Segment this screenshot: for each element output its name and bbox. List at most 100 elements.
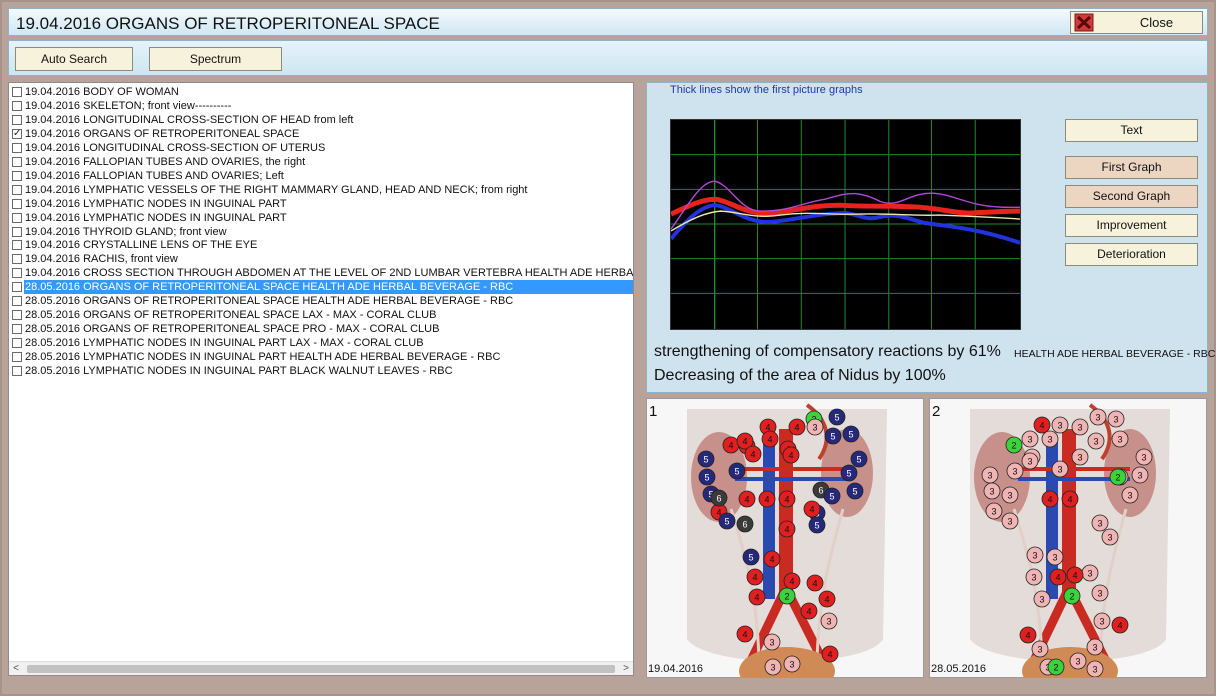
list-item[interactable]: 19.04.2016 BODY OF WOMAN	[12, 85, 633, 99]
marker-label: 3	[1032, 551, 1037, 561]
scroll-right-arrow-icon[interactable]: >	[619, 662, 633, 675]
remedy-label: HEALTH ADE HERBAL BEVERAGE - RBC	[1014, 348, 1216, 360]
list-item[interactable]: 19.04.2016 RACHIS, front view	[12, 252, 633, 266]
marker-label: 3	[1097, 589, 1102, 599]
scrollbar-thumb[interactable]	[27, 665, 615, 673]
list-item[interactable]: 19.04.2016 LYMPHATIC NODES IN INGUINAL P…	[12, 211, 633, 225]
list-item-checkbox[interactable]	[12, 268, 22, 279]
close-icon	[1074, 13, 1094, 32]
marker-value-3: 3	[1131, 466, 1149, 484]
list-item[interactable]: 28.05.2016 ORGANS OF RETROPERITONEAL SPA…	[12, 280, 633, 295]
list-item-checkbox[interactable]	[12, 87, 22, 97]
auto-search-button[interactable]: Auto Search	[15, 47, 133, 71]
marker-label: 6	[742, 520, 747, 530]
scroll-left-arrow-icon[interactable]: <	[9, 662, 23, 675]
list-item-checkbox[interactable]	[12, 198, 22, 209]
marker-label: 4	[788, 451, 793, 461]
list-item[interactable]: 19.04.2016 LYMPHATIC NODES IN INGUINAL P…	[12, 197, 633, 211]
marker-value-2: 2	[1109, 468, 1127, 486]
session-list[interactable]: 19.04.2016 BODY OF WOMAN 19.04.2016 SKELE…	[8, 82, 634, 676]
list-item[interactable]: 19.04.2016 CRYSTALLINE LENS OF THE EYE	[12, 238, 633, 252]
deterioration-button[interactable]: Deterioration	[1065, 243, 1198, 266]
list-item-checkbox[interactable]	[12, 254, 22, 265]
first-graph-button[interactable]: First Graph	[1065, 156, 1198, 179]
list-item[interactable]: 19.04.2016 SKELETON; front view---------…	[12, 99, 633, 113]
list-item-checkbox[interactable]	[12, 184, 22, 195]
list-item[interactable]: 19.04.2016 LONGITUDINAL CROSS-SECTION OF…	[12, 141, 633, 155]
list-item-checkbox[interactable]	[12, 352, 22, 363]
list-item-checkbox[interactable]	[12, 324, 22, 335]
marker-label: 3	[789, 660, 794, 670]
list-item-text: 19.04.2016 CROSS SECTION THROUGH ABDOMEN…	[25, 267, 634, 280]
spectrum-button[interactable]: Spectrum	[149, 47, 282, 71]
list-item-checkbox[interactable]	[12, 338, 22, 349]
list-item-text: 28.05.2016 ORGANS OF RETROPERITONEAL SPA…	[25, 323, 440, 336]
list-item-checkbox[interactable]	[12, 282, 22, 293]
anatomy-figure: 2543455444555555544444655665544444544442…	[687, 403, 887, 677]
list-item[interactable]: 28.05.2016 ORGANS OF RETROPERITONEAL SPA…	[12, 308, 633, 322]
marker-label: 4	[750, 450, 755, 460]
improvement-button[interactable]: Improvement	[1065, 214, 1198, 237]
marker-value-6: 6	[710, 489, 728, 507]
list-item-checkbox[interactable]: ✓	[12, 128, 22, 139]
list-item-text: 19.04.2016 LYMPHATIC NODES IN INGUINAL P…	[25, 197, 287, 210]
list-item-checkbox[interactable]	[12, 170, 22, 181]
marker-label: 3	[1077, 423, 1082, 433]
image-date: 28.05.2016	[931, 663, 987, 675]
marker-label: 5	[829, 492, 834, 502]
horizontal-scrollbar[interactable]: < >	[9, 661, 633, 675]
list-item[interactable]: 19.04.2016 LONGITUDINAL CROSS-SECTION OF…	[12, 113, 633, 127]
marker-value-4: 4	[1019, 626, 1037, 644]
list-item[interactable]: 28.05.2016 LYMPHATIC NODES IN INGUINAL P…	[12, 350, 633, 364]
marker-value-4: 4	[1111, 616, 1129, 634]
list-item-checkbox[interactable]	[12, 366, 22, 376]
list-item-text: 19.04.2016 RACHIS, front view	[25, 253, 178, 266]
marker-label: 4	[794, 423, 799, 433]
list-item[interactable]: 19.04.2016 CROSS SECTION THROUGH ABDOMEN…	[12, 266, 633, 280]
marker-value-5: 5	[742, 548, 760, 566]
list-item[interactable]: 28.05.2016 LYMPHATIC NODES IN INGUINAL P…	[12, 364, 633, 378]
marker-value-3: 3	[1031, 640, 1049, 658]
marker-label: 5	[848, 430, 853, 440]
marker-value-4: 4	[1066, 566, 1084, 584]
marker-label: 3	[1117, 435, 1122, 445]
list-item-checkbox[interactable]	[12, 114, 22, 125]
list-item-checkbox[interactable]	[12, 240, 22, 251]
list-item-text: 28.05.2016 ORGANS OF RETROPERITONEAL SPA…	[25, 309, 437, 322]
list-item[interactable]: 28.05.2016 ORGANS OF RETROPERITONEAL SPA…	[12, 322, 633, 336]
marker-value-3: 3	[764, 658, 782, 676]
marker-label: 4	[1067, 495, 1072, 505]
list-item[interactable]: ✓ 19.04.2016 ORGANS OF RETROPERITONEAL SP…	[12, 127, 633, 141]
list-item[interactable]: 19.04.2016 THYROID GLAND; front view	[12, 225, 633, 239]
close-label: Close	[1139, 15, 1174, 30]
second-graph-button[interactable]: Second Graph	[1065, 185, 1198, 208]
marker-label: 4	[754, 593, 759, 603]
marker-value-3: 3	[1033, 590, 1051, 608]
list-item-checkbox[interactable]	[12, 310, 22, 321]
list-item-checkbox[interactable]	[12, 212, 22, 223]
marker-value-4: 4	[748, 588, 766, 606]
list-item[interactable]: 28.05.2016 LYMPHATIC NODES IN INGUINAL P…	[12, 336, 633, 350]
anatomy-image-second[interactable]: 4333333233333333332333333334433334433234…	[929, 398, 1207, 678]
list-item[interactable]: 19.04.2016 FALLOPIAN TUBES AND OVARIES; …	[12, 169, 633, 183]
marker-label: 3	[1039, 595, 1044, 605]
marker-value-3: 3	[1091, 514, 1109, 532]
list-item[interactable]: 28.05.2016 ORGANS OF RETROPERITONEAL SPA…	[12, 294, 633, 308]
list-item-checkbox[interactable]	[12, 142, 22, 153]
list-item-checkbox[interactable]	[12, 156, 22, 167]
list-item[interactable]: 19.04.2016 FALLOPIAN TUBES AND OVARIES, …	[12, 155, 633, 169]
text-button[interactable]: Text	[1065, 119, 1198, 142]
list-item-checkbox[interactable]	[12, 100, 22, 111]
list-item-checkbox[interactable]	[12, 226, 22, 237]
list-item[interactable]: 19.04.2016 LYMPHATIC VESSELS OF THE RIGH…	[12, 183, 633, 197]
anatomy-image-first[interactable]: 2543455444555555544444655665544444544442…	[646, 398, 924, 678]
marker-value-5: 5	[728, 462, 746, 480]
marker-value-4: 4	[803, 500, 821, 518]
marker-label: 3	[1092, 643, 1097, 653]
marker-label: 4	[1047, 495, 1052, 505]
close-button[interactable]: Close	[1070, 11, 1203, 34]
marker-value-3: 3	[1041, 430, 1059, 448]
marker-label: 3	[1031, 573, 1036, 583]
list-item-checkbox[interactable]	[12, 296, 22, 307]
marker-value-3: 3	[820, 612, 838, 630]
